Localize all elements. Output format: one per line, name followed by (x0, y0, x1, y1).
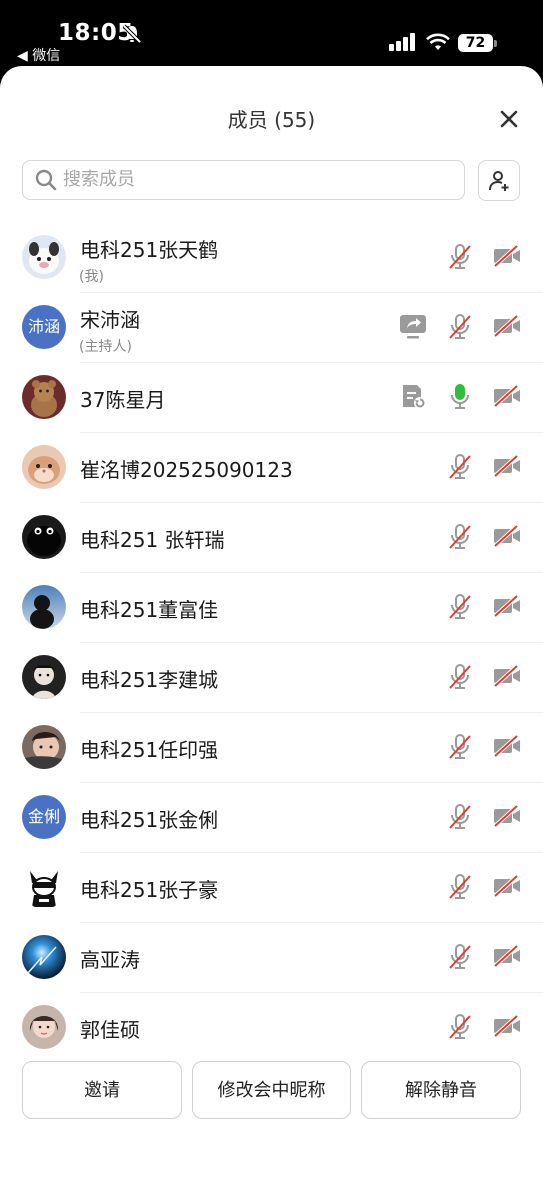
row-divider (80, 922, 543, 923)
member-name: 电科251张天鹤 (80, 238, 219, 262)
avatar (22, 445, 66, 489)
member-name: 电科251 张轩瑞 (80, 528, 225, 552)
battery-indicator: 72 (458, 34, 493, 52)
row-divider (80, 362, 543, 363)
camera-off-icon[interactable] (492, 383, 522, 409)
member-role: (我) (79, 269, 104, 285)
member-name: 37陈星月 (80, 388, 166, 412)
row-divider (80, 852, 543, 853)
mic-muted-icon[interactable] (447, 663, 473, 691)
camera-off-icon[interactable] (492, 733, 522, 759)
unmute-button[interactable]: 解除静音 (361, 1061, 521, 1119)
member-row[interactable]: 崔洺博202525090123 (0, 432, 543, 502)
mic-muted-icon[interactable] (447, 1013, 473, 1041)
row-divider (80, 502, 543, 503)
avatar (22, 375, 66, 419)
invite-button[interactable]: 邀请 (22, 1061, 182, 1119)
search-box[interactable] (22, 160, 465, 200)
member-row[interactable]: 沛涵 宋沛涵 (主持人) (0, 292, 543, 362)
row-divider (80, 292, 543, 293)
avatar: 沛涵 (22, 305, 66, 349)
mic-muted-icon[interactable] (447, 243, 473, 271)
avatar (22, 865, 66, 909)
document-sharing-icon[interactable] (400, 383, 428, 411)
battery-tip (494, 40, 497, 47)
member-row[interactable]: 电科251李建城 (0, 642, 543, 712)
search-input[interactable] (63, 161, 453, 198)
member-name: 宋沛涵 (80, 308, 140, 332)
mic-muted-icon[interactable] (447, 873, 473, 901)
mic-muted-icon[interactable] (447, 593, 473, 621)
row-divider (80, 572, 543, 573)
avatar (22, 235, 66, 279)
member-name: 高亚涛 (80, 948, 140, 972)
member-name: 电科251李建城 (80, 668, 219, 692)
member-name: 电科251任印强 (80, 738, 219, 762)
add-person-icon (489, 171, 509, 191)
member-name: 电科251董富佳 (80, 598, 219, 622)
status-bar: 18:05 ◀ 微信 72 (0, 0, 543, 66)
row-divider (80, 782, 543, 783)
camera-off-icon[interactable] (492, 803, 522, 829)
member-list[interactable]: 电科251张天鹤 (我) 沛涵 宋沛涵 (主持人) 37陈星月 崔洺博20252… (0, 222, 543, 1049)
mic-muted-icon[interactable] (447, 733, 473, 761)
member-name: 电科251张子豪 (80, 878, 219, 902)
member-name: 崔洺博202525090123 (80, 458, 293, 482)
add-member-button[interactable] (478, 160, 520, 201)
row-divider (80, 432, 543, 433)
avatar (22, 725, 66, 769)
mic-muted-icon[interactable] (447, 943, 473, 971)
member-row[interactable]: 电科251张天鹤 (我) (0, 222, 543, 292)
mic-muted-icon[interactable] (447, 453, 473, 481)
back-to-wechat[interactable]: ◀ 微信 (17, 45, 60, 65)
bell-muted-icon (122, 24, 142, 44)
row-divider (80, 642, 543, 643)
avatar (22, 585, 66, 629)
member-row[interactable]: 37陈星月 (0, 362, 543, 432)
rename-nickname-button[interactable]: 修改会中昵称 (192, 1061, 351, 1119)
member-name: 电科251张金俐 (80, 808, 219, 832)
avatar (22, 935, 66, 979)
member-role: (主持人) (79, 339, 132, 355)
camera-off-icon[interactable] (492, 243, 522, 269)
member-row[interactable]: 高亚涛 (0, 922, 543, 992)
mic-muted-icon[interactable] (447, 803, 473, 831)
row-divider (80, 992, 543, 993)
member-row[interactable]: 电科251张子豪 (0, 852, 543, 922)
camera-off-icon[interactable] (492, 593, 522, 619)
close-icon[interactable] (494, 104, 524, 134)
camera-off-icon[interactable] (492, 523, 522, 549)
camera-off-icon[interactable] (492, 1013, 522, 1039)
avatar (22, 515, 66, 559)
members-sheet: 成员 (55) 电科251张天鹤 (我) (0, 66, 543, 1180)
avatar: 金俐 (22, 795, 66, 839)
screen-share-icon[interactable] (398, 313, 428, 341)
camera-off-icon[interactable] (492, 313, 522, 339)
member-row[interactable]: 电科251董富佳 (0, 572, 543, 642)
mic-muted-icon[interactable] (447, 523, 473, 551)
avatar (22, 1005, 66, 1049)
cellular-signal-icon (389, 33, 415, 51)
member-row[interactable]: 电科251任印强 (0, 712, 543, 782)
member-row[interactable]: 电科251 张轩瑞 (0, 502, 543, 572)
camera-off-icon[interactable] (492, 663, 522, 689)
camera-off-icon[interactable] (492, 943, 522, 969)
member-name: 郭佳硕 (80, 1018, 140, 1042)
mic-active-icon[interactable] (447, 383, 473, 411)
camera-off-icon[interactable] (492, 873, 522, 899)
camera-off-icon[interactable] (492, 453, 522, 479)
avatar (22, 655, 66, 699)
sheet-title: 成员 (55) (227, 108, 316, 132)
wifi-icon (426, 33, 450, 50)
member-row[interactable]: 郭佳硕 (0, 992, 543, 1049)
search-icon (35, 169, 57, 191)
member-row[interactable]: 金俐 电科251张金俐 (0, 782, 543, 852)
row-divider (80, 712, 543, 713)
mic-muted-icon[interactable] (447, 313, 473, 341)
